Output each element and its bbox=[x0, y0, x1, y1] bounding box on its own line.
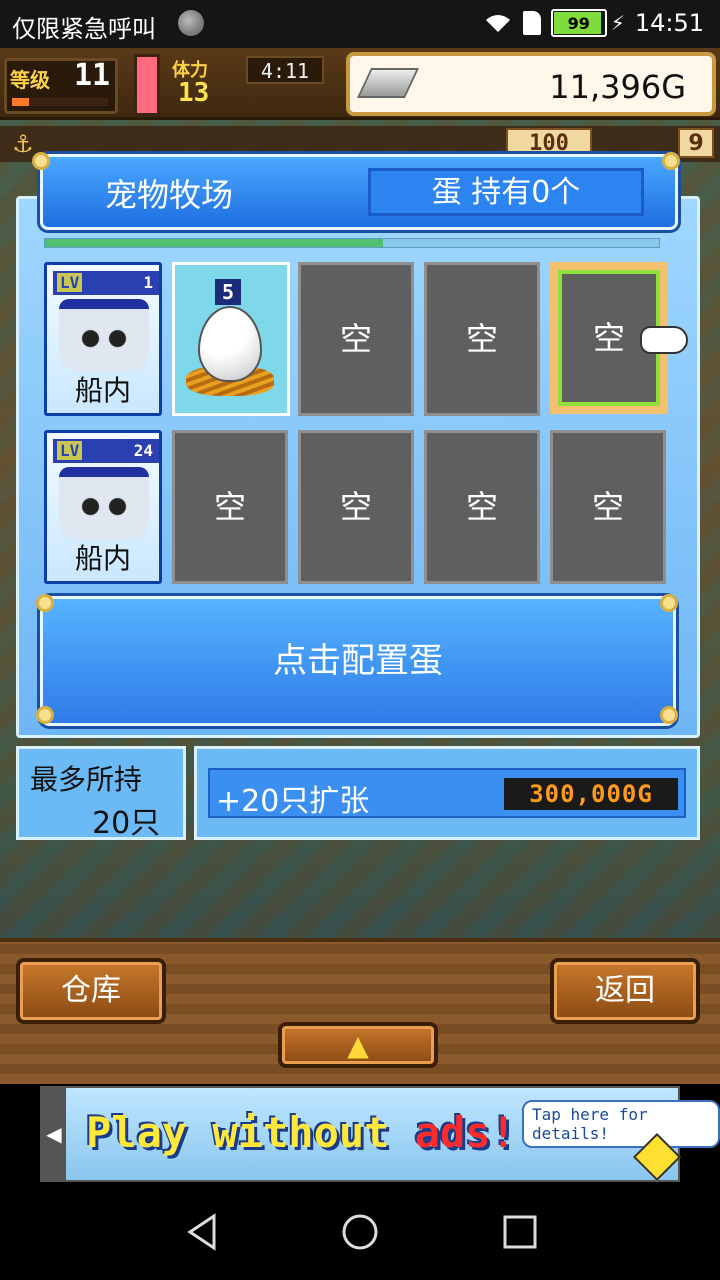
pet-cow-icon bbox=[59, 467, 149, 539]
level-exp-bar bbox=[12, 98, 108, 106]
back-button[interactable]: 返回 bbox=[550, 958, 700, 1024]
egg-count: 蛋 持有0个 bbox=[368, 168, 644, 216]
clock: 14:51 bbox=[634, 9, 704, 37]
ad-headline[interactable]: Play without ads! bbox=[86, 1108, 516, 1157]
nav-recent-icon[interactable] bbox=[500, 1212, 540, 1252]
pet-location: 船内 bbox=[74, 374, 131, 407]
battery-icon: 99 bbox=[550, 9, 607, 37]
corner-ornament-icon bbox=[36, 706, 54, 724]
egg-badge: 5 bbox=[215, 279, 241, 305]
panel-progress-bar bbox=[44, 238, 660, 248]
empty-slot[interactable]: 空 bbox=[172, 430, 288, 584]
gold-amount: 11,396G bbox=[549, 68, 686, 106]
corner-ornament-icon bbox=[32, 152, 50, 170]
capacity-label: 最多所持 bbox=[30, 763, 143, 796]
wifi-icon bbox=[485, 15, 510, 32]
empty-slot[interactable]: 空 bbox=[424, 262, 540, 416]
corner-ornament-icon bbox=[36, 594, 54, 612]
sim-icon bbox=[522, 11, 541, 35]
carrier-text: 仅限紧急呼叫 bbox=[12, 15, 156, 43]
corner-ornament-icon bbox=[660, 594, 678, 612]
stamina-gauge bbox=[134, 54, 160, 116]
empty-slot[interactable]: 空 bbox=[424, 430, 540, 584]
hud-small-count: 9 bbox=[678, 128, 714, 158]
level-label: 等级 bbox=[10, 68, 50, 92]
nav-home-icon[interactable] bbox=[340, 1212, 380, 1252]
pet-level: LV 1 bbox=[53, 271, 159, 295]
stamina-value: 13 bbox=[178, 78, 210, 108]
ad-left-arrow-icon[interactable]: ◀ bbox=[42, 1088, 66, 1180]
expand-label: +20只扩张 bbox=[216, 784, 370, 819]
expand-price: 300,000G bbox=[504, 778, 678, 810]
status-icons: 99 ⚡ 14:51 bbox=[483, 9, 704, 37]
pet-location: 船内 bbox=[74, 542, 131, 575]
place-egg-button[interactable]: 点击配置蛋 bbox=[40, 596, 676, 726]
stamina-timer: 4:11 bbox=[246, 56, 324, 84]
pet-cow-icon bbox=[59, 299, 149, 371]
corner-ornament-icon bbox=[662, 152, 680, 170]
nav-back-icon[interactable] bbox=[182, 1212, 222, 1252]
corner-ornament-icon bbox=[660, 706, 678, 724]
notification-avatar-icon bbox=[178, 10, 204, 36]
warehouse-button[interactable]: 仓库 bbox=[16, 958, 166, 1024]
pet-card[interactable]: LV 24 船内 bbox=[44, 430, 162, 584]
empty-slot[interactable]: 空 bbox=[550, 430, 666, 584]
ad-tap-bubble[interactable]: Tap here for details! bbox=[522, 1100, 720, 1148]
pointing-hand-icon bbox=[640, 326, 688, 354]
empty-slot[interactable]: 空 bbox=[298, 430, 414, 584]
empty-slot[interactable]: 空 bbox=[298, 262, 414, 416]
expand-up-button[interactable]: ▲ bbox=[278, 1022, 438, 1068]
capacity-value: 20只 bbox=[92, 806, 161, 841]
charging-icon: ⚡ bbox=[610, 11, 625, 35]
panel-title: 宠物牧场 bbox=[104, 176, 233, 214]
pet-card[interactable]: LV 1 船内 bbox=[44, 262, 162, 416]
level-value: 11 bbox=[74, 58, 111, 93]
pet-level: LV 24 bbox=[53, 439, 159, 463]
